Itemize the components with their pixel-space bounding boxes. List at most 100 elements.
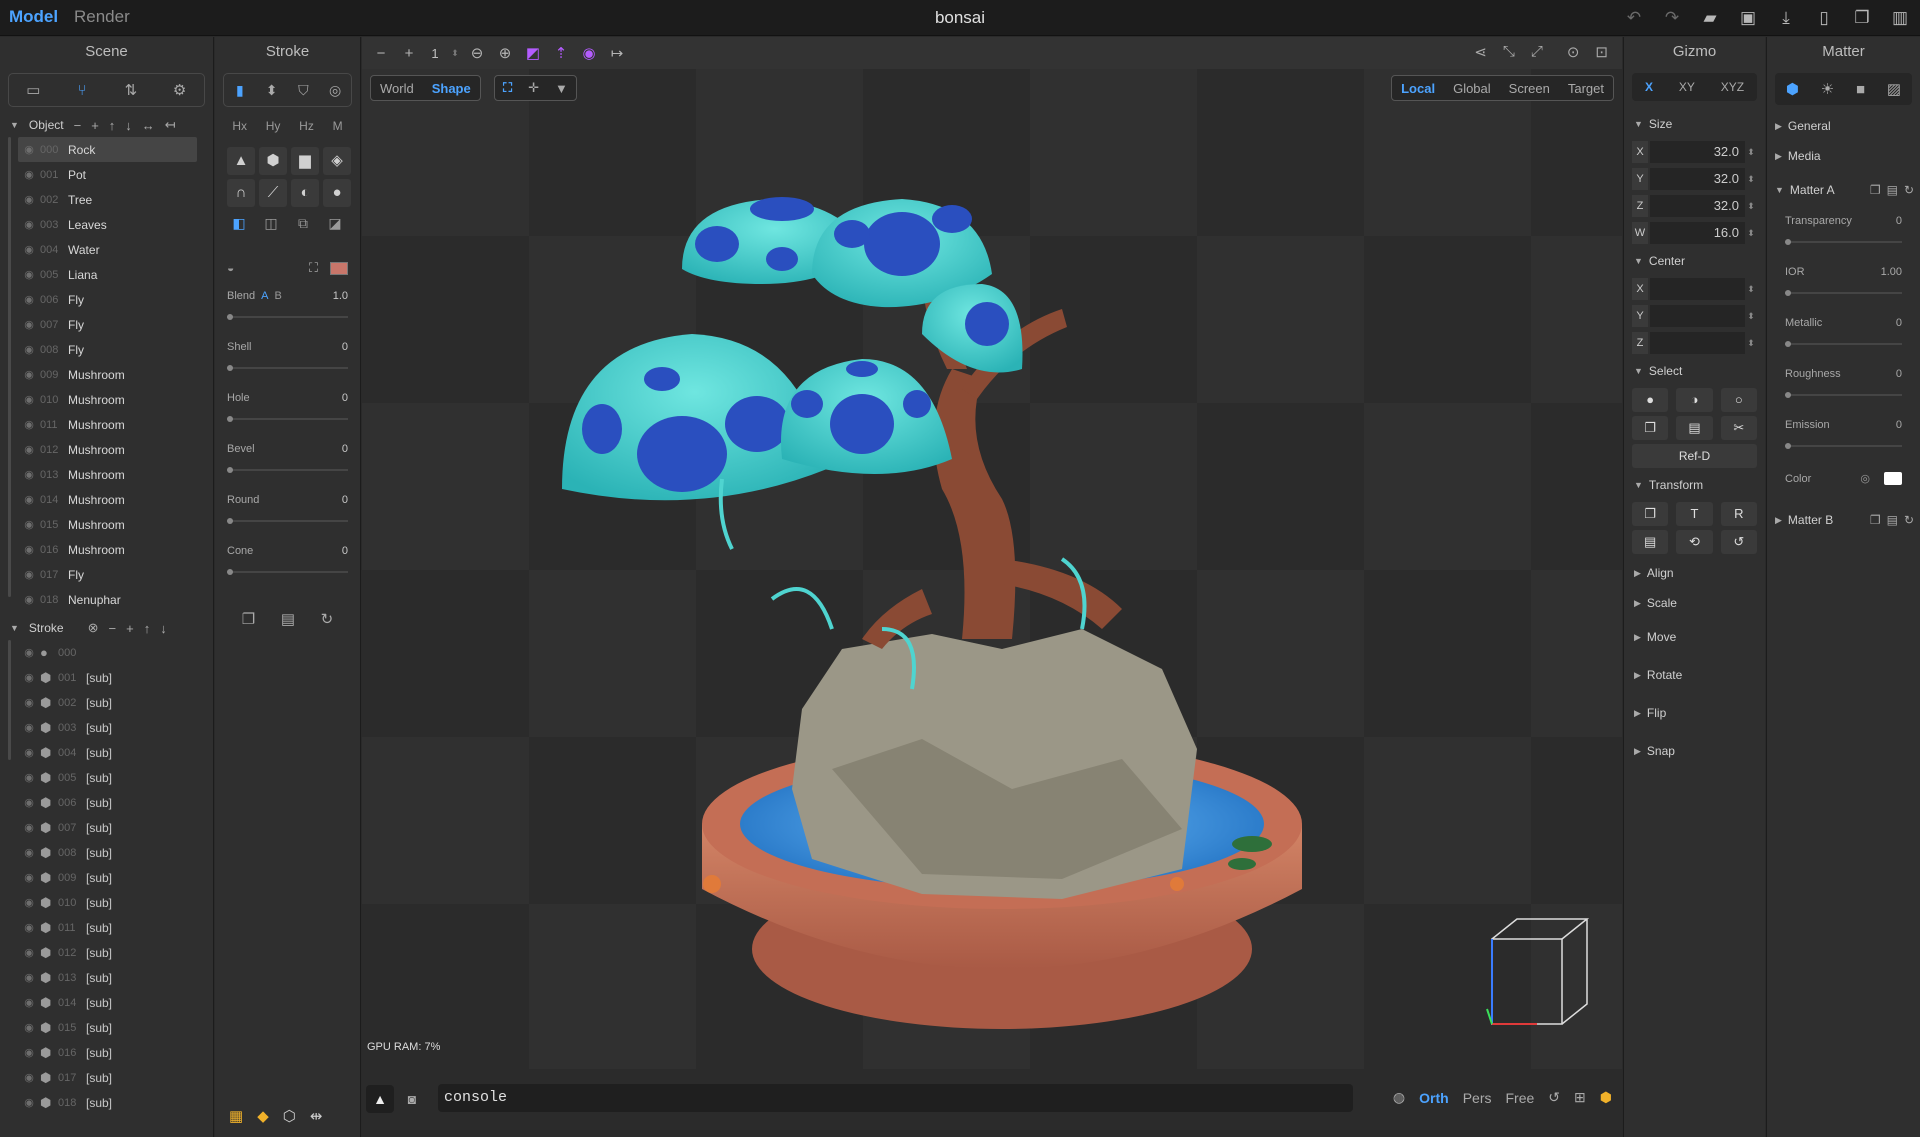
flip-section[interactable]: ▶ Flip (1624, 700, 1765, 726)
stroke-row[interactable]: ◉ ⬢ 007 [sub] (18, 815, 213, 840)
point-icon[interactable]: ◉ (578, 44, 600, 62)
stroke-row[interactable]: ◉ ⬢ 017 [sub] (18, 1065, 213, 1090)
eye-icon[interactable]: ◉ (18, 921, 40, 934)
scale-section[interactable]: ▶ Scale (1624, 590, 1765, 616)
extrude-icon[interactable]: ⇡ (550, 44, 572, 62)
copy-icon[interactable]: ❐ (1870, 183, 1881, 197)
object-row[interactable]: ◉ 017 Fly (18, 562, 213, 587)
copy-icon[interactable]: ❐ (1632, 416, 1669, 440)
stepper-icon[interactable]: ⬍ (1745, 228, 1757, 239)
object-row[interactable]: ◉ 005 Liana (18, 262, 213, 287)
property-slider[interactable] (1785, 290, 1902, 296)
hierarchy-icon[interactable]: ⑂ (70, 82, 94, 99)
eye-icon[interactable]: ◉ (18, 646, 40, 659)
stroke-row[interactable]: ◉ ⬢ 014 [sub] (18, 990, 213, 1015)
eyedropper-icon[interactable]: ◎ (1860, 472, 1870, 485)
trash-icon[interactable]: ▥ (1890, 8, 1910, 28)
union-icon[interactable]: ◧ (227, 215, 251, 232)
eye-icon[interactable]: ◉ (18, 746, 40, 759)
object-row[interactable]: ◉ 004 Water (18, 237, 213, 262)
object-row[interactable]: ◉ 006 Fly (18, 287, 213, 312)
eye-icon[interactable]: ◉ (18, 568, 40, 581)
axis-value-input[interactable] (1650, 305, 1745, 327)
stepper-icon[interactable]: ⬍ (1745, 338, 1757, 349)
property-slider[interactable] (1785, 392, 1902, 398)
collapse-icon[interactable]: ▼ (10, 623, 19, 633)
cube-view-icon[interactable]: ⬢ (1600, 1089, 1612, 1106)
stepper-icon[interactable]: ⬍ (1745, 311, 1757, 322)
filter-icon[interactable]: ⛉ (292, 82, 314, 99)
object-row[interactable]: ◉ 018 Nenuphar (18, 587, 213, 612)
eye-icon[interactable]: ◉ (18, 946, 40, 959)
eye-icon[interactable]: ◉ (18, 593, 40, 606)
expand-horizontal-icon[interactable]: ↔ (142, 118, 155, 133)
frame-icon[interactable]: ⊡ (1595, 43, 1608, 61)
eye-icon[interactable]: ◉ (18, 1021, 40, 1034)
eye-icon[interactable]: ◉ (18, 468, 40, 481)
mode-render-tab[interactable]: Render (74, 7, 130, 27)
free-toggle[interactable]: Free (1506, 1090, 1535, 1106)
remove-icon[interactable]: − (74, 118, 82, 133)
general-section[interactable]: ▶ General (1767, 113, 1920, 139)
reset-rotation-icon[interactable]: ⟲ (1676, 530, 1713, 554)
object-row[interactable]: ◉ 012 Mushroom (18, 437, 213, 462)
eye-icon[interactable]: ◉ (18, 143, 40, 156)
minus-icon[interactable]: − (370, 45, 392, 62)
shrink-icon[interactable]: ⤡ (1503, 43, 1515, 61)
matter-b-section[interactable]: ▶ Matter B ❐ ▤ ↻ (1767, 503, 1920, 537)
stroke-color-swatch[interactable] (330, 261, 348, 275)
stepper-icon[interactable]: ⬍ (1745, 201, 1757, 212)
viewport[interactable]: − + 1 ⬍ ⊖ ⊕ ◩ ⇡ ◉ ↦ ⋖ ⤡ ⤢ ⊙ ⊡ World Shap… (362, 37, 1622, 1137)
object-row[interactable]: ◉ 016 Mushroom (18, 537, 213, 562)
grid-icon[interactable]: ▦ (229, 1107, 243, 1125)
eye-icon[interactable]: ◉ (18, 343, 40, 356)
eye-icon[interactable]: ◉ (18, 721, 40, 734)
stroke-row[interactable]: ◉ ⬢ 009 [sub] (18, 865, 213, 890)
reorder-icon[interactable]: ⬍ (261, 82, 283, 99)
save-icon[interactable]: ▣ (1738, 8, 1758, 28)
reset-view-icon[interactable]: ↺ (1548, 1089, 1560, 1106)
eye-icon[interactable]: ◉ (18, 418, 40, 431)
reset-icon[interactable]: ↻ (321, 610, 334, 628)
eye-icon[interactable]: ◉ (18, 243, 40, 256)
axis-value-input[interactable]: 32.0 (1650, 195, 1745, 217)
light-icon[interactable]: ☀ (1821, 80, 1834, 98)
stroke-row[interactable]: ◉ ⬢ 005 [sub] (18, 765, 213, 790)
object-row[interactable]: ◉ 003 Leaves (18, 212, 213, 237)
invert-selection-icon[interactable]: ◑ (1676, 388, 1713, 412)
orth-toggle[interactable]: Orth (1419, 1090, 1449, 1106)
eye-icon[interactable]: ◉ (18, 1046, 40, 1059)
axis-value-input[interactable]: 16.0 (1650, 222, 1745, 244)
orientation-cube[interactable] (1486, 918, 1590, 1025)
eye-icon[interactable]: ◉ (18, 543, 40, 556)
reset-icon[interactable]: ↻ (1904, 183, 1914, 197)
stroke-row[interactable]: ◉ ⬢ 003 [sub] (18, 715, 213, 740)
eye-icon[interactable]: ◉ (18, 218, 40, 231)
stroke-row[interactable]: ◉ ⬢ 016 [sub] (18, 1040, 213, 1065)
move-up-icon[interactable]: ↑ (109, 118, 116, 133)
camera-icon[interactable]: ◙ (398, 1085, 426, 1113)
property-slider[interactable] (227, 416, 348, 422)
cube-primitive-icon[interactable]: ◈ (323, 147, 351, 175)
eye-icon[interactable]: ◉ (18, 168, 40, 181)
matter-property[interactable]: IOR 1.00 (1767, 258, 1920, 309)
intersect-icon[interactable]: ⧉ (291, 215, 315, 232)
stroke-row[interactable]: ◉ ⬢ 004 [sub] (18, 740, 213, 765)
translate-button[interactable]: T (1676, 502, 1713, 526)
subtract-icon[interactable]: ◫ (259, 215, 283, 232)
material-icon[interactable]: ⬢ (1786, 80, 1799, 98)
gear-icon[interactable]: ⚙ (168, 81, 192, 99)
fit-icon[interactable]: ⛶ (309, 260, 318, 276)
blend-b[interactable]: B (274, 290, 281, 302)
focus-icon[interactable]: ⊙ (1567, 43, 1580, 61)
add-icon[interactable]: + (91, 118, 99, 133)
stroke-row[interactable]: ◉ ⬢ 002 [sub] (18, 690, 213, 715)
object-row[interactable]: ◉ 010 Mushroom (18, 387, 213, 412)
stroke-property[interactable]: Bevel 0 (215, 435, 360, 486)
property-slider[interactable] (1785, 443, 1902, 449)
download-icon[interactable]: ⤓ (1776, 8, 1796, 28)
pers-toggle[interactable]: Pers (1463, 1090, 1492, 1106)
move-down-icon[interactable]: ↓ (125, 118, 132, 133)
paste-icon[interactable]: ▤ (281, 610, 295, 628)
stroke-mode-icon[interactable]: ▮ (229, 82, 251, 99)
